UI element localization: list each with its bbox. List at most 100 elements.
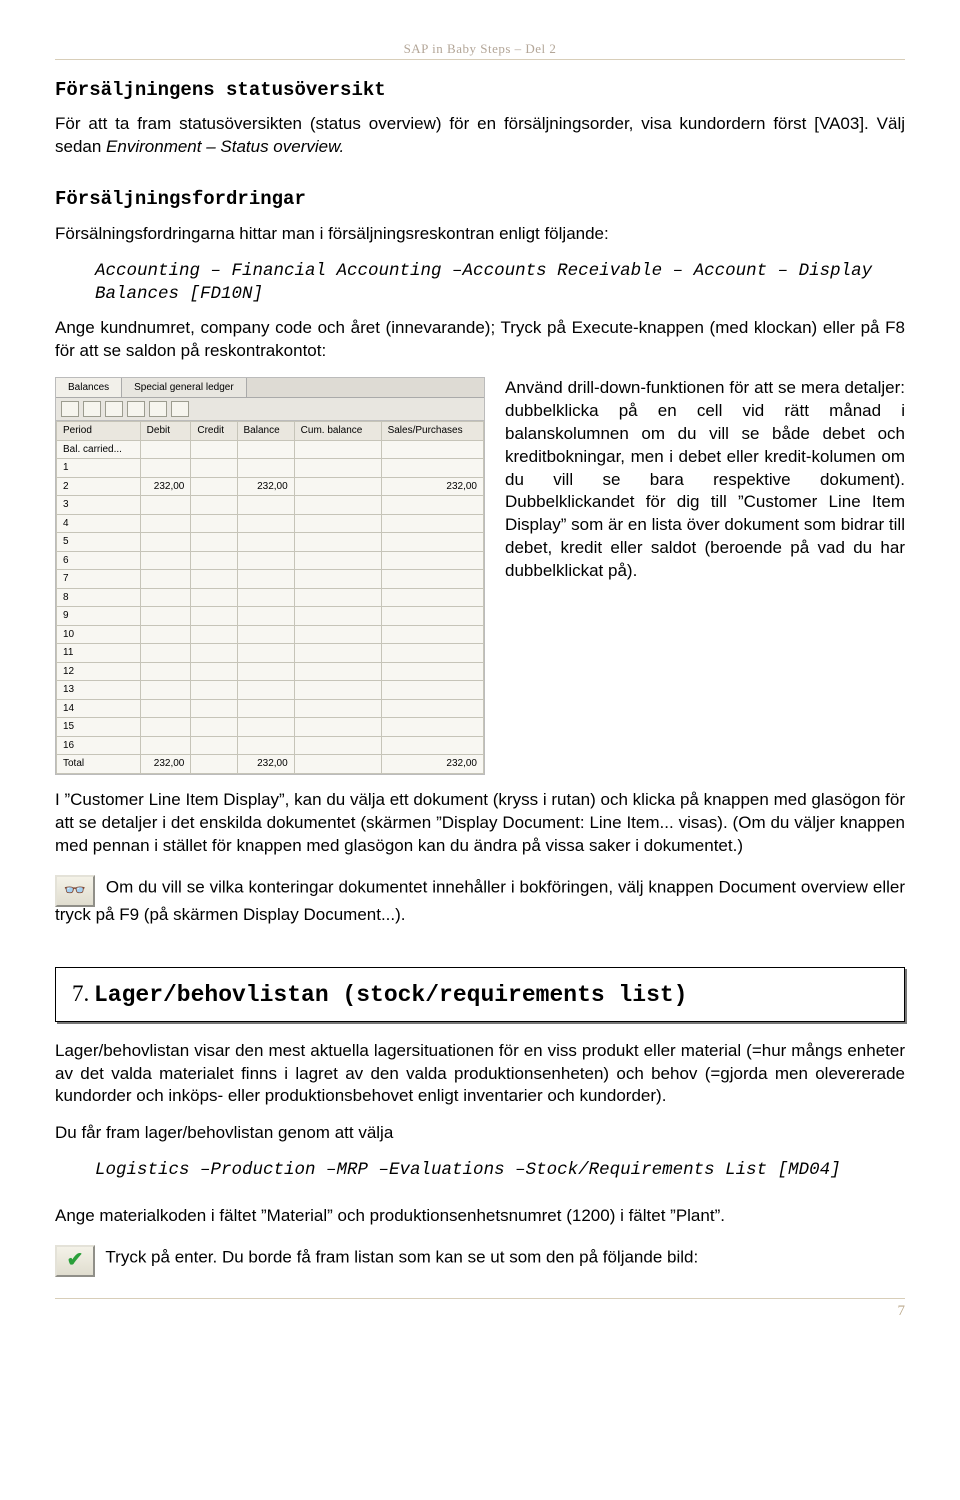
cell[interactable]: [140, 607, 191, 626]
cell[interactable]: [140, 570, 191, 589]
cell[interactable]: [294, 551, 381, 570]
table-row[interactable]: Bal. carried...: [57, 440, 484, 459]
toolbar-icon[interactable]: [105, 401, 123, 417]
cell[interactable]: [237, 662, 294, 681]
table-row[interactable]: 6: [57, 551, 484, 570]
cell[interactable]: [381, 496, 483, 515]
cell[interactable]: [191, 625, 237, 644]
cell[interactable]: [191, 440, 237, 459]
cell[interactable]: 232,00: [381, 477, 483, 496]
cell[interactable]: 9: [57, 607, 141, 626]
cell[interactable]: [237, 625, 294, 644]
table-row[interactable]: 13: [57, 681, 484, 700]
cell[interactable]: [294, 607, 381, 626]
cell[interactable]: Total: [57, 755, 141, 774]
cell[interactable]: [294, 718, 381, 737]
cell[interactable]: [237, 459, 294, 478]
cell[interactable]: [140, 533, 191, 552]
cell[interactable]: [381, 736, 483, 755]
cell[interactable]: [191, 477, 237, 496]
cell[interactable]: [381, 699, 483, 718]
cell[interactable]: 232,00: [237, 477, 294, 496]
table-row[interactable]: 12: [57, 662, 484, 681]
cell[interactable]: 12: [57, 662, 141, 681]
cell[interactable]: [140, 551, 191, 570]
cell[interactable]: [191, 533, 237, 552]
toolbar-icon[interactable]: [61, 401, 79, 417]
cell[interactable]: [237, 440, 294, 459]
cell[interactable]: 5: [57, 533, 141, 552]
cell[interactable]: [381, 718, 483, 737]
cell[interactable]: [294, 699, 381, 718]
cell[interactable]: 14: [57, 699, 141, 718]
table-row[interactable]: 7: [57, 570, 484, 589]
cell[interactable]: [381, 551, 483, 570]
cell[interactable]: [237, 699, 294, 718]
cell[interactable]: [294, 459, 381, 478]
cell[interactable]: [191, 496, 237, 515]
toolbar-icon[interactable]: [149, 401, 167, 417]
cell[interactable]: [381, 625, 483, 644]
cell[interactable]: [237, 736, 294, 755]
cell[interactable]: [294, 570, 381, 589]
cell[interactable]: [294, 440, 381, 459]
toolbar-icon[interactable]: [171, 401, 189, 417]
table-row[interactable]: 3: [57, 496, 484, 515]
cell[interactable]: [294, 625, 381, 644]
cell[interactable]: [191, 662, 237, 681]
cell[interactable]: [294, 681, 381, 700]
cell[interactable]: Bal. carried...: [57, 440, 141, 459]
table-row[interactable]: Total232,00232,00232,00: [57, 755, 484, 774]
cell[interactable]: [140, 496, 191, 515]
table-row[interactable]: 11: [57, 644, 484, 663]
table-row[interactable]: 5: [57, 533, 484, 552]
cell[interactable]: [237, 644, 294, 663]
cell[interactable]: [381, 588, 483, 607]
cell[interactable]: [381, 570, 483, 589]
table-row[interactable]: 14: [57, 699, 484, 718]
cell[interactable]: [191, 718, 237, 737]
cell[interactable]: [294, 496, 381, 515]
cell[interactable]: [294, 644, 381, 663]
cell[interactable]: [381, 662, 483, 681]
cell[interactable]: [237, 681, 294, 700]
toolbar-icon[interactable]: [83, 401, 101, 417]
cell[interactable]: 1: [57, 459, 141, 478]
table-row[interactable]: 15: [57, 718, 484, 737]
cell[interactable]: [191, 755, 237, 774]
cell[interactable]: 11: [57, 644, 141, 663]
cell[interactable]: 232,00: [381, 755, 483, 774]
cell[interactable]: [381, 440, 483, 459]
cell[interactable]: [191, 736, 237, 755]
table-row[interactable]: 1: [57, 459, 484, 478]
cell[interactable]: [140, 681, 191, 700]
cell[interactable]: 232,00: [237, 755, 294, 774]
cell[interactable]: [381, 681, 483, 700]
cell[interactable]: [191, 459, 237, 478]
cell[interactable]: 232,00: [140, 755, 191, 774]
cell[interactable]: [294, 588, 381, 607]
tab-special-gl[interactable]: Special general ledger: [122, 378, 247, 398]
cell[interactable]: [191, 551, 237, 570]
cell[interactable]: 13: [57, 681, 141, 700]
cell[interactable]: [294, 755, 381, 774]
cell[interactable]: [237, 496, 294, 515]
table-row[interactable]: 10: [57, 625, 484, 644]
cell[interactable]: [140, 699, 191, 718]
table-row[interactable]: 2232,00232,00232,00: [57, 477, 484, 496]
cell[interactable]: [237, 718, 294, 737]
cell[interactable]: [140, 644, 191, 663]
cell[interactable]: [140, 718, 191, 737]
table-row[interactable]: 9: [57, 607, 484, 626]
cell[interactable]: [191, 570, 237, 589]
cell[interactable]: [140, 459, 191, 478]
cell[interactable]: [381, 607, 483, 626]
table-row[interactable]: 16: [57, 736, 484, 755]
cell[interactable]: [140, 440, 191, 459]
cell[interactable]: [381, 514, 483, 533]
table-row[interactable]: 8: [57, 588, 484, 607]
cell[interactable]: [294, 736, 381, 755]
cell[interactable]: [294, 662, 381, 681]
cell[interactable]: 3: [57, 496, 141, 515]
cell[interactable]: [381, 644, 483, 663]
